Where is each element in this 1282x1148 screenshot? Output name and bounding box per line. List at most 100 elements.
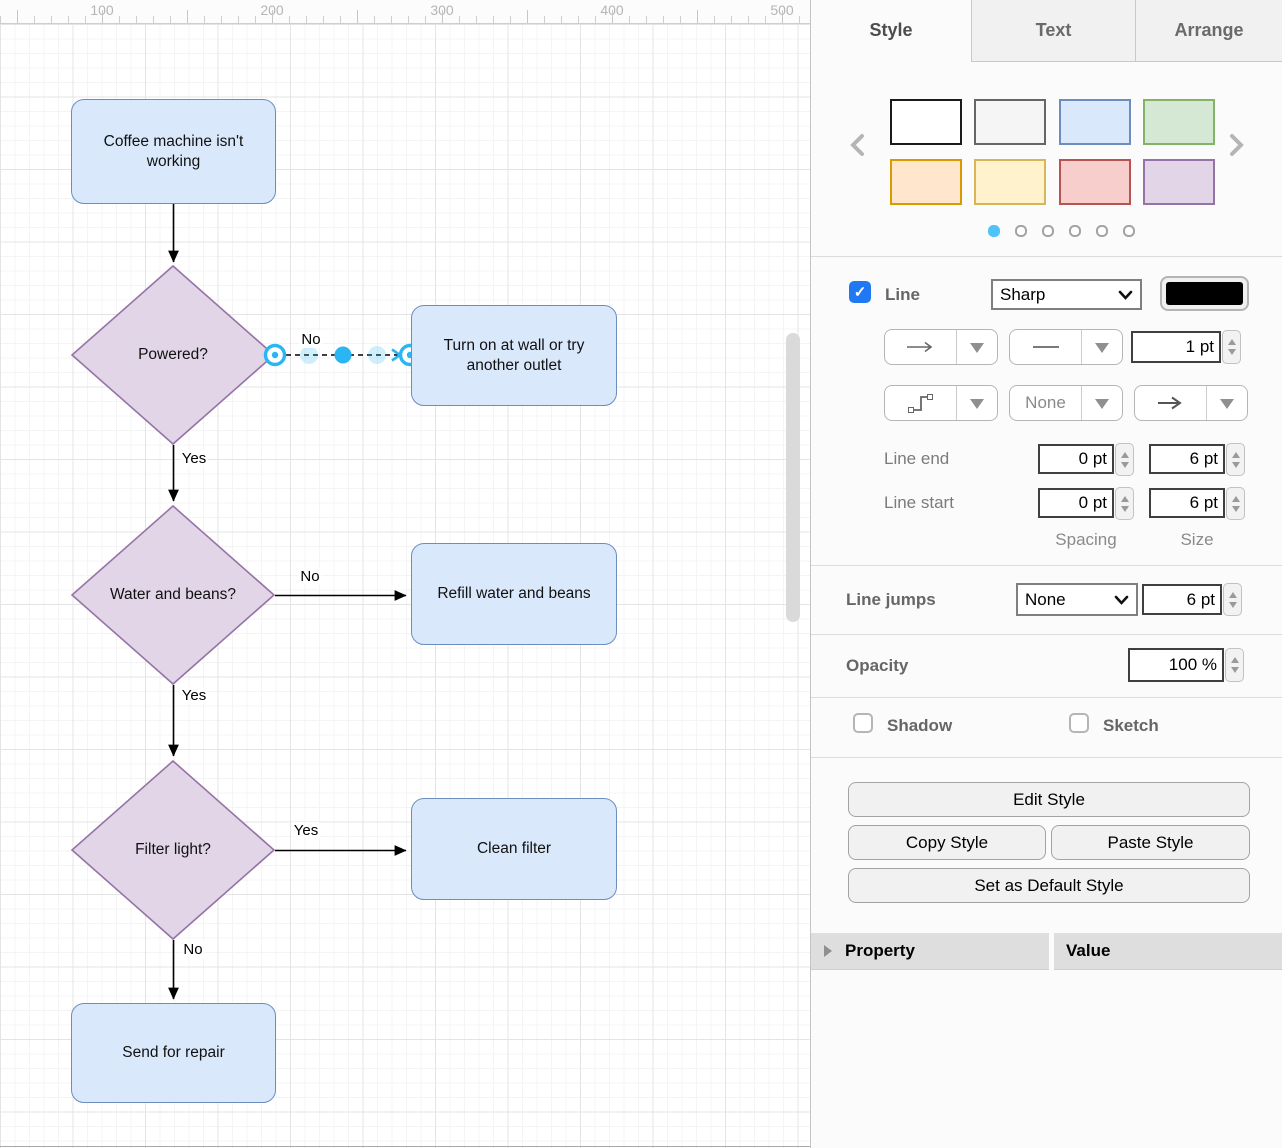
tab-arrange[interactable]: Arrange: [1135, 0, 1282, 61]
vertical-scrollbar[interactable]: [786, 333, 800, 622]
line-end-size-input[interactable]: 6 pt: [1149, 444, 1225, 474]
set-default-style-button[interactable]: Set as Default Style: [848, 868, 1250, 903]
ruler-label: 200: [260, 2, 283, 18]
sketch-label: Sketch: [1103, 716, 1159, 736]
swatch-page-dot[interactable]: [1096, 225, 1108, 237]
swatch-page-dot[interactable]: [1123, 225, 1135, 237]
style-swatch-purple[interactable]: [1143, 159, 1215, 205]
shadow-checkbox[interactable]: [853, 713, 873, 733]
node-label: Refill water and beans: [437, 584, 590, 603]
ruler-label: 500: [770, 2, 793, 18]
copy-style-button[interactable]: Copy Style: [848, 825, 1046, 860]
dropdown-arrow-icon[interactable]: [957, 386, 997, 420]
style-swatch-red[interactable]: [1059, 159, 1131, 205]
label-water-beans: Water and beans?: [78, 580, 268, 610]
property-column-header[interactable]: Property: [811, 933, 1049, 970]
line-pattern-button[interactable]: [1009, 329, 1123, 365]
thin-arrow-icon: [885, 330, 957, 364]
line-style-select[interactable]: Sharp: [991, 279, 1142, 310]
style-swatch-blue[interactable]: [1059, 99, 1131, 145]
line-start-spacing-input[interactable]: 0 pt: [1038, 488, 1114, 518]
edge-label-yes[interactable]: Yes: [180, 450, 208, 467]
format-tabs: Style Text Arrange: [811, 0, 1282, 62]
connection-style-button[interactable]: [884, 329, 998, 365]
section-divider: [811, 256, 1282, 257]
edge-label-yes[interactable]: Yes: [292, 822, 320, 839]
solid-line-icon: [1010, 330, 1082, 364]
dropdown-arrow-icon[interactable]: [957, 330, 997, 364]
line-start-size-stepper[interactable]: [1226, 487, 1245, 520]
line-jumps-value: None: [1025, 590, 1066, 610]
node-label: Clean filter: [477, 839, 551, 858]
node-send-for-repair[interactable]: Send for repair: [71, 1003, 276, 1103]
dropdown-arrow-icon[interactable]: [1082, 330, 1122, 364]
paste-style-button[interactable]: Paste Style: [1051, 825, 1250, 860]
line-width-input[interactable]: 1 pt: [1131, 331, 1221, 363]
line-color-button[interactable]: [1160, 276, 1249, 311]
style-swatch-orange[interactable]: [890, 159, 962, 205]
line-end-arrow-button[interactable]: [1134, 385, 1248, 421]
line-end-label: Line end: [884, 449, 949, 469]
style-swatch-yellow[interactable]: [974, 159, 1046, 205]
waypoints-button[interactable]: [884, 385, 998, 421]
line-jumps-size-input[interactable]: 6 pt: [1142, 584, 1222, 615]
node-turn-on-at-wall[interactable]: Turn on at wall or try another outlet: [411, 305, 617, 406]
edge-label-yes[interactable]: Yes: [180, 687, 208, 704]
node-clean-filter[interactable]: Clean filter: [411, 798, 617, 900]
opacity-stepper[interactable]: [1225, 648, 1244, 682]
node-coffee-machine[interactable]: Coffee machine isn't working: [71, 99, 276, 204]
chevron-down-icon: [1118, 290, 1133, 300]
edit-style-button[interactable]: Edit Style: [848, 782, 1250, 817]
swatch-page-dot[interactable]: [1015, 225, 1027, 237]
edge-source-handle[interactable]: [266, 346, 285, 365]
dropdown-arrow-icon[interactable]: [1082, 386, 1122, 420]
swatch-next-button[interactable]: [1225, 130, 1249, 160]
line-start-spacing-stepper[interactable]: [1115, 487, 1134, 520]
canvas-bottom-border: [0, 1146, 810, 1147]
line-jumps-size-stepper[interactable]: [1223, 583, 1242, 616]
edge-label-no[interactable]: No: [298, 568, 321, 585]
line-end-size-stepper[interactable]: [1226, 443, 1245, 476]
edge-label-no[interactable]: No: [181, 941, 204, 958]
tab-text[interactable]: Text: [971, 0, 1135, 61]
swatch-prev-button[interactable]: [845, 130, 869, 160]
ruler-label: 400: [600, 2, 623, 18]
opacity-label: Opacity: [846, 656, 908, 676]
node-refill-water-beans[interactable]: Refill water and beans: [411, 543, 617, 645]
line-jumps-select[interactable]: None: [1016, 583, 1138, 616]
swatch-page-dot[interactable]: [1069, 225, 1081, 237]
line-color-swatch: [1166, 282, 1243, 305]
dropdown-arrow-icon[interactable]: [1207, 386, 1247, 420]
swatch-page-dot[interactable]: [1042, 225, 1054, 237]
line-end-spacing-input[interactable]: 0 pt: [1038, 444, 1114, 474]
virtual-waypoint-handle[interactable]: [368, 346, 386, 364]
opacity-input[interactable]: 100 %: [1128, 648, 1224, 682]
swatch-page-dot-active[interactable]: [988, 225, 1000, 237]
virtual-waypoint-handle[interactable]: [300, 346, 318, 364]
style-swatch-green[interactable]: [1143, 99, 1215, 145]
line-start-size-input[interactable]: 6 pt: [1149, 488, 1225, 518]
label-powered: Powered?: [88, 340, 258, 370]
style-swatch-gray[interactable]: [974, 99, 1046, 145]
line-end-spacing-stepper[interactable]: [1115, 443, 1134, 476]
tab-style[interactable]: Style: [811, 0, 971, 61]
none-value: None: [1010, 386, 1082, 420]
selected-edge[interactable]: [266, 346, 420, 365]
expand-triangle-icon[interactable]: [824, 945, 838, 957]
sketch-checkbox[interactable]: [1069, 713, 1089, 733]
line-style-value: Sharp: [1000, 285, 1045, 305]
line-width-stepper[interactable]: [1222, 330, 1241, 364]
diagram-canvas[interactable]: 100 200 300 400 500: [0, 0, 810, 1148]
chevron-left-icon: [849, 133, 865, 157]
midpoint-handle[interactable]: [335, 347, 352, 364]
line-start-arrow-button[interactable]: None: [1009, 385, 1123, 421]
line-checkbox[interactable]: ✓: [849, 281, 871, 303]
size-label: Size: [1149, 530, 1245, 550]
edge-label-no[interactable]: No: [299, 331, 322, 348]
drawio-app: 100 200 300 400 500: [0, 0, 1282, 1148]
section-divider: [811, 634, 1282, 635]
style-swatch-white[interactable]: [890, 99, 962, 145]
node-label: Coffee machine isn't working: [86, 132, 261, 171]
value-column-header[interactable]: Value: [1054, 933, 1282, 970]
line-label: Line: [885, 285, 920, 305]
